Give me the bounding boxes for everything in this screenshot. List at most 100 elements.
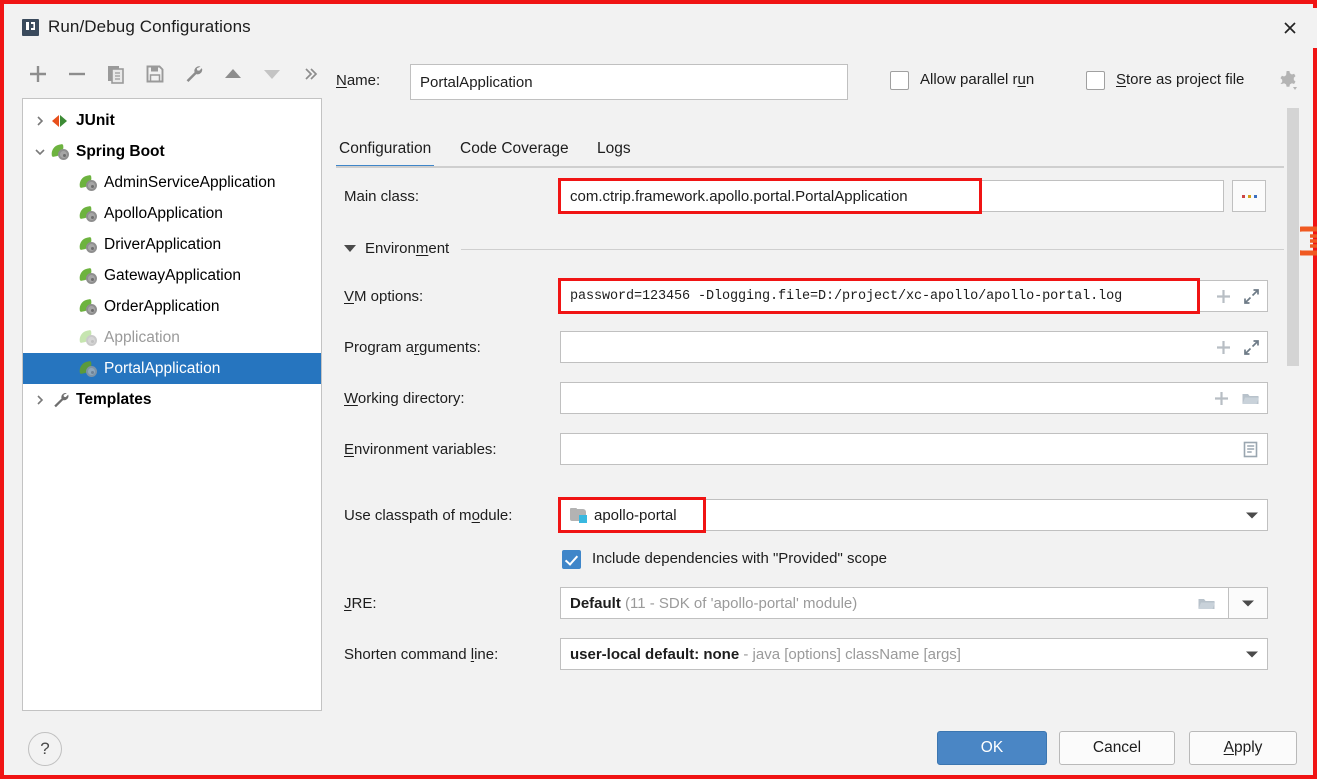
copy-configuration-button[interactable] <box>100 56 132 92</box>
shorten-command-line-label: Shorten command line: <box>344 646 498 663</box>
tree-item-junit[interactable]: JUnit <box>23 105 321 136</box>
triangle-down-icon[interactable] <box>344 245 356 252</box>
remove-configuration-button[interactable] <box>61 56 93 92</box>
name-label: Name: <box>336 72 380 89</box>
tree-item-label: OrderApplication <box>104 299 219 315</box>
tab-logs[interactable]: Logs <box>594 136 634 168</box>
add-configuration-button[interactable] <box>22 56 54 92</box>
store-as-project-file-checkbox[interactable] <box>1086 71 1105 90</box>
panel-scrollbar-thumb[interactable] <box>1287 108 1299 366</box>
store-as-project-file-label[interactable]: Store as project file <box>1116 71 1244 88</box>
more-options-button[interactable] <box>295 56 327 92</box>
apply-button[interactable]: Apply <box>1189 731 1297 765</box>
wrench-icon <box>51 390 71 410</box>
tree-item-label: Templates <box>76 392 152 408</box>
spring-boot-icon <box>79 204 99 224</box>
expand-icon[interactable] <box>1243 288 1260 305</box>
title-bar: Run/Debug Configurations <box>8 8 1317 48</box>
main-class-browse-button[interactable] <box>1232 180 1266 212</box>
tree-item-gatewayapplication[interactable]: GatewayApplication <box>23 260 321 291</box>
expand-icon[interactable] <box>1243 339 1260 356</box>
edge-logo-partial <box>1300 219 1317 263</box>
move-down-button[interactable] <box>256 56 288 92</box>
main-class-input[interactable]: com.ctrip.framework.apollo.portal.Portal… <box>560 180 1224 212</box>
environment-section-header[interactable]: Environment <box>344 240 1284 257</box>
tree-item-label: Application <box>104 330 180 346</box>
junit-icon <box>51 111 71 131</box>
jre-combo[interactable]: Default (11 - SDK of 'apollo-portal' mod… <box>560 587 1268 619</box>
shorten-command-line-combo[interactable]: user-local default: none - java [options… <box>560 638 1268 670</box>
jre-value-hint: (11 - SDK of 'apollo-portal' module) <box>625 595 857 612</box>
save-configuration-button[interactable] <box>139 56 171 92</box>
main-class-label: Main class: <box>344 188 419 205</box>
name-input[interactable]: PortalApplication <box>410 64 848 100</box>
shorten-command-line-hint: - java [options] className [args] <box>743 646 961 663</box>
intellij-idea-icon <box>22 19 39 36</box>
folder-icon[interactable] <box>1241 390 1260 407</box>
tree-item-adminserviceapplication[interactable]: AdminServiceApplication <box>23 167 321 198</box>
help-icon: ? <box>40 739 49 759</box>
tab-bar: Configuration Code Coverage Logs <box>336 136 1284 168</box>
chevron-down-icon[interactable] <box>1228 588 1267 618</box>
program-arguments-input[interactable] <box>560 331 1268 363</box>
environment-section-label: Environment <box>365 240 449 257</box>
include-provided-dependencies-label[interactable]: Include dependencies with "Provided" sco… <box>592 550 887 567</box>
tree-item-apolloapplication[interactable]: ApolloApplication <box>23 198 321 229</box>
plus-icon[interactable] <box>1213 390 1230 407</box>
tree-item-label: AdminServiceApplication <box>104 175 275 191</box>
ellipsis-icon <box>1242 195 1257 198</box>
tree-item-label: JUnit <box>76 113 115 129</box>
environment-variables-label: Environment variables: <box>344 441 497 458</box>
plus-icon[interactable] <box>1215 339 1232 356</box>
use-classpath-of-module-combo[interactable]: apollo-portal <box>560 499 1268 531</box>
tree-item-portalapplication[interactable]: PortalApplication <box>23 353 321 384</box>
jre-value: Default <box>570 595 621 612</box>
module-icon <box>570 508 588 523</box>
configuration-panel: Configuration Code Coverage Logs Main cl… <box>336 98 1296 711</box>
tree-item-orderapplication[interactable]: OrderApplication <box>23 291 321 322</box>
dialog-title: Run/Debug Configurations <box>48 17 251 37</box>
folder-icon[interactable] <box>1185 595 1228 612</box>
ok-button[interactable]: OK <box>937 731 1047 765</box>
include-provided-dependencies-checkbox[interactable] <box>562 550 581 569</box>
list-icon[interactable] <box>1241 440 1260 459</box>
configurations-tree[interactable]: JUnit Spring Boot AdminServiceApplicatio… <box>22 98 322 711</box>
allow-parallel-run-checkbox[interactable] <box>890 71 909 90</box>
working-directory-input[interactable] <box>560 382 1268 414</box>
environment-variables-input[interactable] <box>560 433 1268 465</box>
chevron-right-icon[interactable] <box>29 394 51 406</box>
spring-boot-icon <box>79 328 99 348</box>
help-button[interactable]: ? <box>28 732 62 766</box>
tab-configuration[interactable]: Configuration <box>336 136 434 168</box>
working-directory-label: Working directory: <box>344 390 465 407</box>
tree-item-driverapplication[interactable]: DriverApplication <box>23 229 321 260</box>
edit-templates-button[interactable] <box>178 56 210 92</box>
move-up-button[interactable] <box>217 56 249 92</box>
spring-boot-icon <box>79 359 99 379</box>
cancel-button[interactable]: Cancel <box>1059 731 1175 765</box>
plus-icon[interactable] <box>1215 288 1232 305</box>
configuration-toolbar <box>22 56 332 96</box>
allow-parallel-run-label[interactable]: Allow parallel run <box>920 71 1034 88</box>
spring-boot-icon <box>79 266 99 286</box>
tree-item-label: DriverApplication <box>104 237 221 253</box>
chevron-down-icon[interactable] <box>1244 646 1260 662</box>
tree-item-label: GatewayApplication <box>104 268 241 284</box>
chevron-right-icon[interactable] <box>29 115 51 127</box>
spring-boot-icon <box>51 142 71 162</box>
tree-item-label: PortalApplication <box>104 361 220 377</box>
tree-item-spring-boot[interactable]: Spring Boot <box>23 136 321 167</box>
close-icon[interactable] <box>1277 15 1303 41</box>
run-debug-configurations-dialog: Run/Debug Configurations <box>0 0 1317 779</box>
chevron-down-icon[interactable] <box>1244 507 1260 523</box>
shorten-command-line-value: user-local default: none <box>570 646 739 663</box>
chevron-down-icon[interactable] <box>29 146 51 158</box>
vm-options-input[interactable]: password=123456 -Dlogging.file=D:/projec… <box>560 280 1268 312</box>
gear-dropdown-icon[interactable] <box>1276 68 1300 96</box>
tree-item-application[interactable]: Application <box>23 322 321 353</box>
spring-boot-icon <box>79 297 99 317</box>
tree-item-label: ApolloApplication <box>104 206 223 222</box>
jre-label: JRE: <box>344 595 377 612</box>
tree-item-templates[interactable]: Templates <box>23 384 321 415</box>
tab-code-coverage[interactable]: Code Coverage <box>457 136 572 168</box>
